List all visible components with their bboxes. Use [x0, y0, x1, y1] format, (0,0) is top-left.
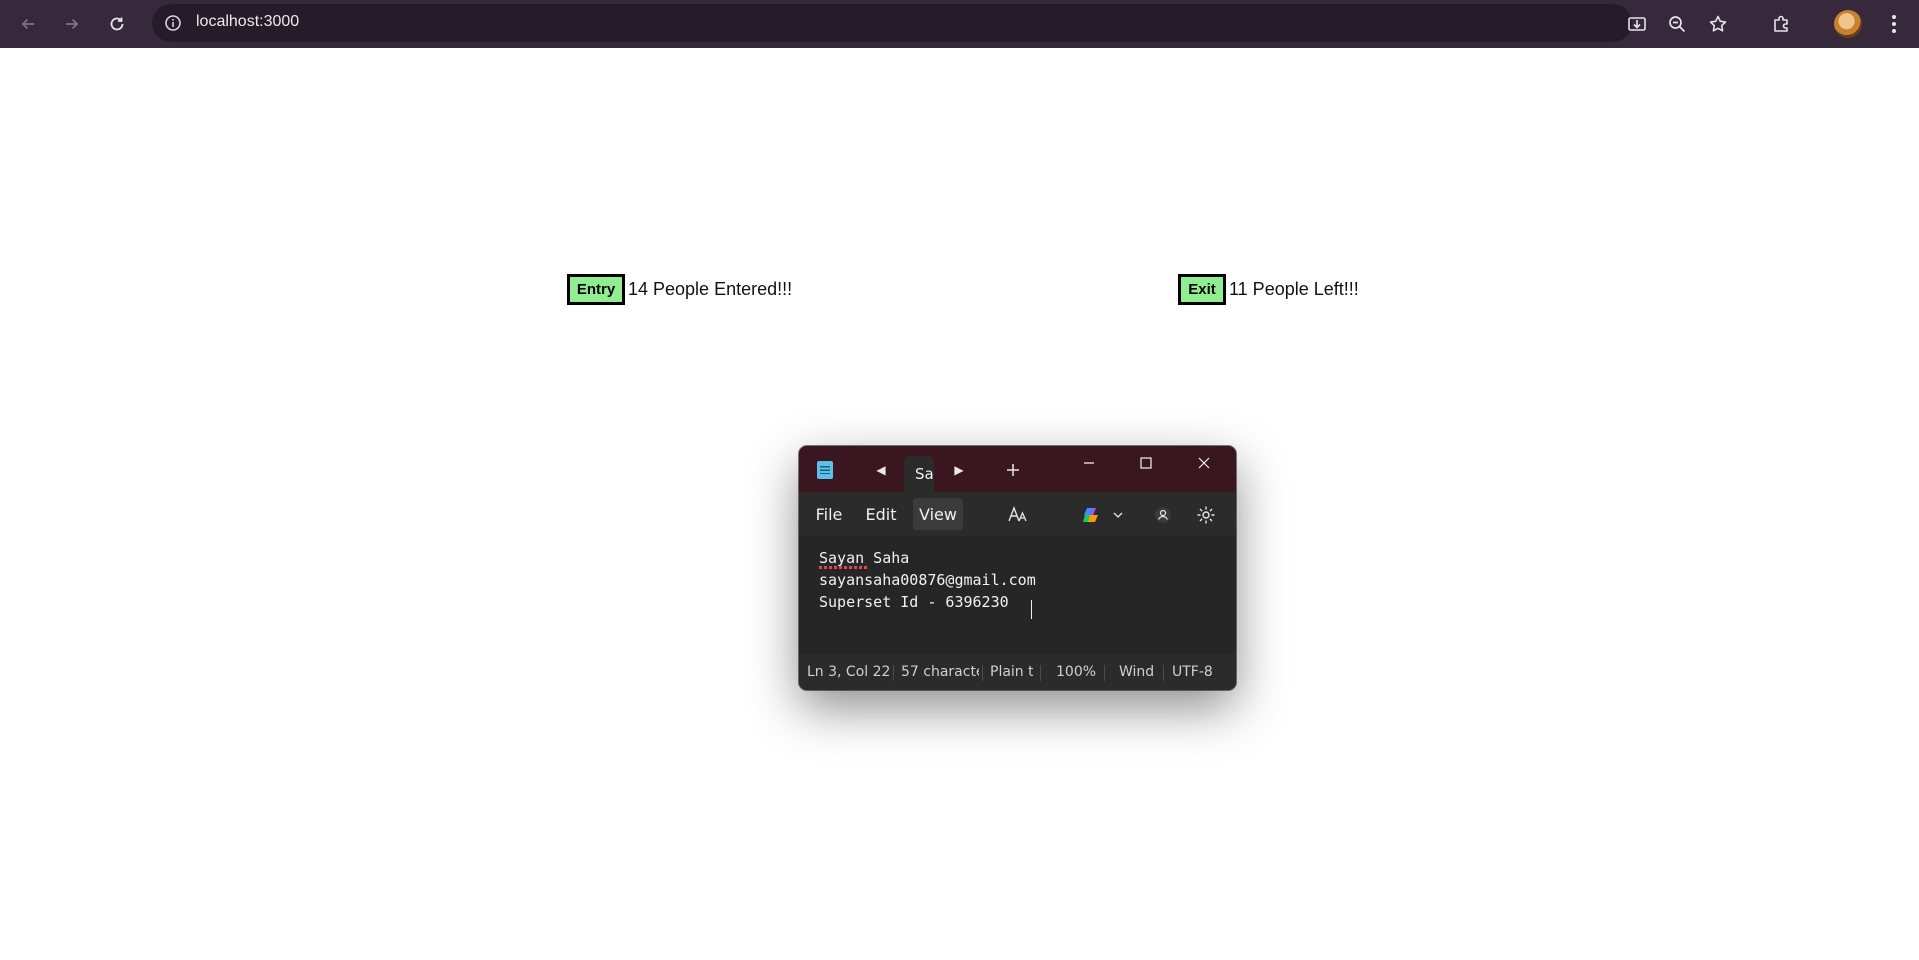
- forward-icon[interactable]: [56, 8, 88, 40]
- status-encoding[interactable]: UTF-8: [1172, 664, 1222, 680]
- minimize-icon[interactable]: [1073, 452, 1105, 474]
- exit-button[interactable]: Exit: [1178, 274, 1226, 305]
- status-format[interactable]: Plain te: [990, 664, 1033, 680]
- site-info-icon[interactable]: [162, 12, 184, 34]
- tab-document[interactable]: Say: [904, 456, 934, 492]
- copilot-icon[interactable]: [1080, 504, 1102, 526]
- status-divider: [1040, 665, 1041, 681]
- status-line-ending[interactable]: Wind: [1119, 664, 1159, 680]
- bookmark-star-icon[interactable]: [1702, 8, 1734, 40]
- entry-counter: Entry 14 People Entered!!!: [567, 274, 792, 305]
- extensions-puzzle-icon[interactable]: [1765, 8, 1797, 40]
- status-character-count[interactable]: 57 characte: [901, 664, 979, 680]
- notepad-text-area[interactable]: Sayan Saha sayansaha00876@gmail.com Supe…: [799, 536, 1236, 654]
- address-bar[interactable]: localhost:3000: [152, 4, 1632, 42]
- notepad-menubar: File Edit View: [799, 492, 1236, 536]
- tab-title: Say: [915, 465, 934, 483]
- notepad-window: ◀ Say ▶ File Edit View: [799, 446, 1236, 690]
- status-divider: [982, 665, 983, 681]
- text-line-1: Sayan Saha: [819, 549, 910, 567]
- install-app-icon[interactable]: [1621, 8, 1653, 40]
- menu-edit[interactable]: Edit: [859, 498, 903, 530]
- reload-icon[interactable]: [101, 8, 133, 40]
- status-zoom[interactable]: 100%: [1056, 664, 1096, 680]
- zoom-icon[interactable]: [1661, 8, 1693, 40]
- settings-gear-icon[interactable]: [1195, 504, 1217, 526]
- scroll-tabs-left-icon[interactable]: ◀: [871, 460, 891, 480]
- notepad-statusbar: Ln 3, Col 22 57 characte Plain te 100% W…: [799, 654, 1236, 690]
- scroll-tabs-right-icon[interactable]: ▶: [949, 460, 969, 480]
- exit-counter: Exit 11 People Left!!!: [1178, 274, 1359, 305]
- notepad-app-icon: [817, 461, 833, 479]
- spellcheck-underline: [819, 566, 868, 569]
- account-icon[interactable]: [1152, 504, 1174, 526]
- notepad-titlebar[interactable]: ◀ Say ▶: [799, 446, 1236, 492]
- status-cursor-position[interactable]: Ln 3, Col 22: [807, 664, 889, 680]
- menu-file[interactable]: File: [809, 498, 849, 530]
- text-caret: [1031, 600, 1032, 619]
- status-divider: [1163, 665, 1164, 681]
- entry-button[interactable]: Entry: [567, 274, 625, 305]
- exit-count-text: 11 People Left!!!: [1229, 279, 1359, 299]
- back-icon[interactable]: [12, 8, 44, 40]
- new-tab-plus-icon[interactable]: [1003, 460, 1023, 480]
- menu-dots-icon[interactable]: [1878, 8, 1910, 40]
- text-line-3: Superset Id - 6396230: [819, 593, 1009, 611]
- text-line-2: sayansaha00876@gmail.com: [819, 571, 1036, 589]
- maximize-icon[interactable]: [1130, 452, 1162, 474]
- close-icon[interactable]: [1188, 452, 1220, 474]
- status-divider: [1104, 665, 1105, 681]
- profile-avatar[interactable]: [1834, 10, 1862, 38]
- copilot-chevron-down-icon[interactable]: [1107, 504, 1129, 526]
- browser-toolbar: localhost:3000: [0, 0, 1919, 48]
- menu-view[interactable]: View: [913, 498, 963, 530]
- status-divider: [893, 665, 894, 681]
- entry-count-text: 14 People Entered!!!: [628, 279, 793, 299]
- format-font-icon[interactable]: [1007, 504, 1029, 526]
- url-text[interactable]: localhost:3000: [196, 13, 299, 31]
